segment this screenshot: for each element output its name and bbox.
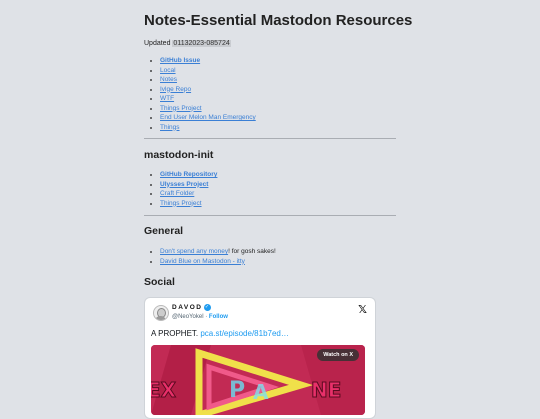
tweet-link[interactable]: pca.st/episode/81b7ed… [200, 329, 289, 338]
list-item: Things [160, 123, 256, 133]
list-item: Don't spend any money! for gosh sakes! [160, 247, 276, 257]
list-item: GitHub Issue [160, 56, 256, 66]
list-item: Ulysses Project [160, 180, 217, 190]
section-heading-social: Social [144, 276, 175, 288]
general-list: Don't spend any money! for gosh sakes! D… [144, 247, 276, 266]
section-heading-general: General [144, 225, 184, 237]
link-notes[interactable]: Notes [160, 76, 177, 83]
link-dont-spend-money[interactable]: Don't spend any money [160, 248, 228, 255]
link-ivlge-repo[interactable]: Ivlge Repo [160, 86, 191, 93]
list-item: WTF [160, 94, 256, 104]
follow-button[interactable]: Follow [209, 314, 228, 320]
link-things-project-init[interactable]: Things Project [160, 200, 202, 207]
list-item: End User Melon Man Emergency [160, 113, 256, 123]
link-local[interactable]: Local [160, 67, 176, 74]
link-craft-folder[interactable]: Craft Folder [160, 190, 194, 197]
link-things[interactable]: Things [160, 124, 180, 131]
tweet-author-name: DAVOD [172, 304, 203, 312]
tweet-text: A PROPHET. pca.st/episode/81b7ed… [151, 329, 289, 338]
link-david-blue-mastodon[interactable]: David Blue on Mastodon - itty [160, 258, 245, 265]
link-end-user-emergency[interactable]: End User Melon Man Emergency [160, 114, 256, 121]
svg-text:EX: EX [151, 378, 177, 402]
list-item: Craft Folder [160, 189, 217, 199]
embedded-tweet[interactable]: DAVOD ✓ @NeoYokel · Follow 𝕏 A PROPHET. p… [144, 297, 376, 419]
watch-on-x-button[interactable]: Watch on X [317, 349, 359, 361]
init-links-list: GitHub Repository Ulysses Project Craft … [144, 170, 217, 208]
avatar[interactable] [153, 305, 169, 321]
page-title: Notes-Essential Mastodon Resources [144, 12, 413, 29]
list-item: David Blue on Mastodon - itty [160, 257, 276, 267]
link-github-repository[interactable]: GitHub Repository [160, 171, 217, 178]
list-item: Things Project [160, 199, 217, 209]
list-item: Local [160, 66, 256, 76]
updated-timestamp: 01132023-085724 [172, 40, 231, 47]
svg-text:NE: NE [311, 378, 341, 402]
link-things-project[interactable]: Things Project [160, 105, 202, 112]
section-heading-mastodon-init: mastodon-init [144, 149, 214, 161]
general-item-text: ! for gosh sakes! [228, 248, 276, 255]
list-item: Notes [160, 75, 256, 85]
divider [144, 215, 396, 216]
tweet-handle[interactable]: @NeoYokel [172, 314, 204, 320]
link-github-issue[interactable]: GitHub Issue [160, 57, 200, 64]
list-item: GitHub Repository [160, 170, 217, 180]
top-links-list: GitHub Issue Local Notes Ivlge Repo WTF … [144, 56, 256, 132]
link-ulysses-project[interactable]: Ulysses Project [160, 181, 208, 188]
divider [144, 138, 396, 139]
svg-text:P: P [229, 378, 245, 403]
updated-label: Updated [144, 40, 171, 47]
x-logo-icon[interactable]: 𝕏 [358, 303, 367, 316]
list-item: Ivlge Repo [160, 85, 256, 95]
svg-text:A: A [253, 380, 269, 404]
verified-badge-icon: ✓ [203, 304, 211, 311]
link-wtf[interactable]: WTF [160, 95, 174, 102]
tweet-handle-line: @NeoYokel · Follow [172, 314, 228, 320]
list-item: Things Project [160, 104, 256, 114]
updated-line: Updated 01132023-085724 [144, 40, 231, 47]
tweet-body: A PROPHET. [151, 329, 201, 338]
tweet-author[interactable]: DAVOD ✓ [172, 304, 211, 311]
